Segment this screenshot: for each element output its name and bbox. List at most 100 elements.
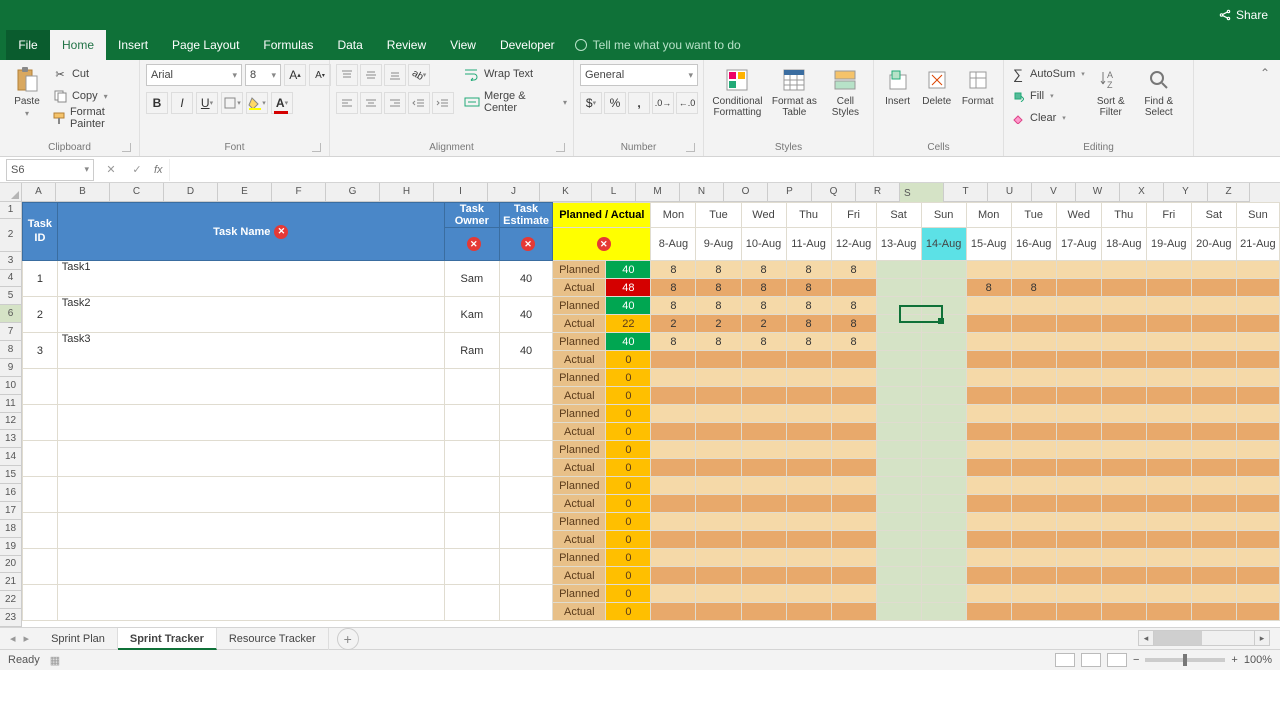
formula-bar[interactable] (169, 159, 1280, 181)
tab-nav-first-icon[interactable]: ◂ (10, 632, 16, 645)
menu-file[interactable]: File (6, 30, 50, 60)
format-button[interactable]: Format (958, 64, 997, 107)
col-header-I[interactable]: I (434, 183, 488, 202)
zoom-slider[interactable] (1145, 658, 1225, 662)
row-header-13[interactable]: 13 (0, 430, 22, 448)
name-box[interactable]: S6▾ (6, 159, 94, 181)
decrease-indent-button[interactable] (408, 92, 430, 114)
horizontal-scrollbar[interactable]: ◂ ▸ (1138, 630, 1270, 646)
col-header-V[interactable]: V (1032, 183, 1076, 202)
col-header-D[interactable]: D (164, 183, 218, 202)
align-center-button[interactable] (360, 92, 382, 114)
menu-review[interactable]: Review (375, 30, 438, 60)
view-normal-button[interactable] (1055, 653, 1075, 667)
menu-pagelayout[interactable]: Page Layout (160, 30, 251, 60)
col-header-G[interactable]: G (326, 183, 380, 202)
menu-data[interactable]: Data (325, 30, 374, 60)
menu-formulas[interactable]: Formulas (251, 30, 325, 60)
insert-button[interactable]: Insert (880, 64, 915, 107)
share-button[interactable]: Share (1218, 8, 1268, 22)
row-header-6[interactable]: 6 (0, 305, 22, 323)
col-header-M[interactable]: M (636, 183, 680, 202)
cells-area[interactable]: TaskIDTask NameTaskOwnerTaskEstimatePlan… (22, 202, 1280, 627)
view-pagelayout-button[interactable] (1081, 653, 1101, 667)
increase-decimal-button[interactable]: .0→ (652, 92, 674, 114)
col-header-Z[interactable]: Z (1208, 183, 1250, 202)
row-header-12[interactable]: 12 (0, 413, 22, 431)
col-header-O[interactable]: O (724, 183, 768, 202)
font-color-button[interactable]: A▾ (271, 92, 293, 114)
number-format-select[interactable]: General▾ (580, 64, 698, 86)
cell-styles-button[interactable]: Cell Styles (824, 64, 867, 118)
paste-button[interactable]: Paste▾ (6, 64, 48, 118)
row-header-11[interactable]: 11 (0, 395, 22, 413)
row-header-2[interactable]: 2 (0, 219, 22, 252)
menu-developer[interactable]: Developer (488, 30, 567, 60)
cancel-formula-icon[interactable]: ✕ (102, 163, 120, 176)
row-header-23[interactable]: 23 (0, 609, 22, 627)
zoom-in-button[interactable]: + (1231, 654, 1237, 666)
zoom-out-button[interactable]: − (1133, 654, 1139, 666)
col-header-F[interactable]: F (272, 183, 326, 202)
row-header-20[interactable]: 20 (0, 556, 22, 574)
clear-button[interactable]: Clear▾ (1010, 108, 1085, 128)
view-pagebreak-button[interactable] (1107, 653, 1127, 667)
col-header-T[interactable]: T (944, 183, 988, 202)
row-header-4[interactable]: 4 (0, 270, 22, 288)
shrink-font-button[interactable]: A▾ (309, 64, 331, 86)
menu-view[interactable]: View (438, 30, 488, 60)
row-header-9[interactable]: 9 (0, 359, 22, 377)
menu-home[interactable]: Home (50, 30, 106, 60)
align-bottom-button[interactable] (384, 64, 406, 86)
italic-button[interactable]: I (171, 92, 193, 114)
wrap-text-button[interactable]: Wrap Text (464, 64, 567, 84)
row-header-17[interactable]: 17 (0, 502, 22, 520)
row-header-10[interactable]: 10 (0, 377, 22, 395)
column-headers[interactable]: ABCDEFGHIJKLMNOPQRSTUVWXYZ (0, 183, 1280, 202)
col-header-Q[interactable]: Q (812, 183, 856, 202)
select-all-corner[interactable] (0, 183, 22, 202)
macro-record-icon[interactable]: ▦ (50, 654, 60, 667)
align-right-button[interactable] (384, 92, 406, 114)
col-header-C[interactable]: C (110, 183, 164, 202)
align-middle-button[interactable] (360, 64, 382, 86)
col-header-U[interactable]: U (988, 183, 1032, 202)
menu-insert[interactable]: Insert (106, 30, 160, 60)
sheet-tab-resource-tracker[interactable]: Resource Tracker (217, 628, 329, 650)
enter-formula-icon[interactable]: ✓ (128, 163, 146, 176)
tab-nav-last-icon[interactable]: ▸ (24, 632, 30, 645)
row-header-15[interactable]: 15 (0, 466, 22, 484)
col-header-W[interactable]: W (1076, 183, 1120, 202)
col-header-B[interactable]: B (56, 183, 110, 202)
format-as-table-button[interactable]: Format as Table (769, 64, 820, 118)
col-header-P[interactable]: P (768, 183, 812, 202)
conditional-formatting-button[interactable]: Conditional Formatting (710, 64, 765, 118)
row-headers[interactable]: 1234567891011121314151617181920212223 (0, 202, 22, 627)
underline-button[interactable]: U▾ (196, 92, 218, 114)
fill-color-button[interactable]: ▾ (246, 92, 268, 114)
font-size-select[interactable]: 8▾ (245, 64, 281, 86)
sort-filter-button[interactable]: AZSort & Filter (1089, 64, 1133, 118)
merge-center-button[interactable]: Merge & Center▾ (464, 92, 567, 112)
col-header-R[interactable]: R (856, 183, 900, 202)
comma-button[interactable]: , (628, 92, 650, 114)
col-header-A[interactable]: A (22, 183, 56, 202)
col-header-L[interactable]: L (592, 183, 636, 202)
scroll-right-icon[interactable]: ▸ (1254, 630, 1270, 646)
new-sheet-button[interactable]: + (337, 628, 359, 650)
bold-button[interactable]: B (146, 92, 168, 114)
zoom-level[interactable]: 100% (1244, 654, 1272, 666)
cut-button[interactable]: ✂Cut (52, 64, 133, 84)
autosum-button[interactable]: ∑AutoSum▾ (1010, 64, 1085, 84)
col-header-K[interactable]: K (540, 183, 592, 202)
decrease-decimal-button[interactable]: ←.0 (676, 92, 698, 114)
sheet-tab-sprint-plan[interactable]: Sprint Plan (39, 628, 118, 650)
tell-me[interactable]: Tell me what you want to do (575, 38, 741, 52)
grow-font-button[interactable]: A▴ (284, 64, 306, 86)
row-header-18[interactable]: 18 (0, 520, 22, 538)
row-header-3[interactable]: 3 (0, 252, 22, 270)
increase-indent-button[interactable] (432, 92, 454, 114)
format-painter-button[interactable]: Format Painter (52, 108, 133, 128)
find-select-button[interactable]: Find & Select (1137, 64, 1181, 118)
row-header-1[interactable]: 1 (0, 202, 22, 219)
